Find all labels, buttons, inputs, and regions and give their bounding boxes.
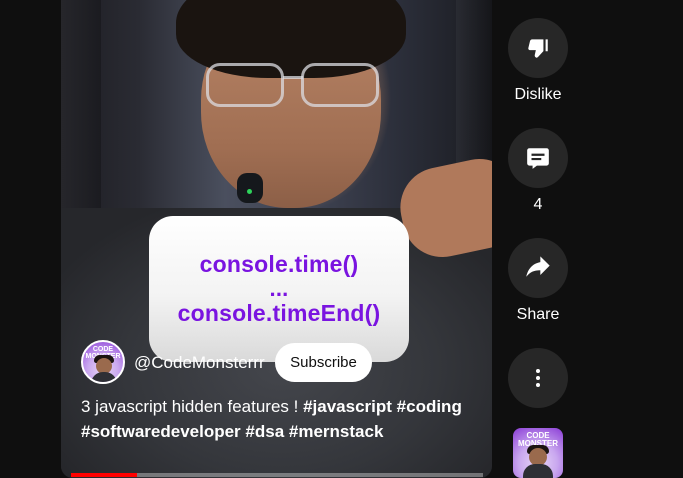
video-progress-fill: [71, 473, 137, 477]
subscribe-button[interactable]: Subscribe: [275, 343, 372, 382]
shorts-viewer: console.time() ... console.timeEnd() COD…: [0, 0, 683, 478]
overlay-line-3: console.timeEnd(): [177, 300, 381, 326]
hashtag-link[interactable]: #coding: [397, 397, 462, 416]
comment-icon: [527, 148, 549, 169]
comment-count: 4: [533, 196, 543, 213]
dislike-button[interactable]: [508, 18, 568, 78]
thumbs-down-icon: [528, 39, 548, 58]
share-button[interactable]: [508, 238, 568, 298]
more-options-button[interactable]: [508, 348, 568, 408]
hashtag-link[interactable]: #mernstack: [289, 422, 384, 441]
avatar-body: [523, 464, 553, 478]
video-progress-bar[interactable]: [71, 473, 483, 477]
dislike-action: Dislike: [508, 18, 568, 104]
title-text: 3 javascript hidden features !: [81, 397, 304, 416]
video-frame-microphone: [237, 173, 263, 203]
video-frame-glasses: [301, 63, 379, 107]
dislike-label: Dislike: [514, 86, 562, 103]
overlay-line-2: ...: [269, 276, 289, 301]
video-frame-glasses-bridge: [283, 76, 303, 79]
more-vertical-icon: [536, 369, 540, 387]
comments-action: 4: [508, 128, 568, 214]
hashtag-link[interactable]: #javascript: [303, 397, 392, 416]
video-frame-glasses: [206, 63, 284, 107]
channel-avatar[interactable]: CODEMONSTER: [81, 340, 125, 384]
comments-button[interactable]: [508, 128, 568, 188]
share-icon: [526, 256, 550, 277]
share-label: Share: [516, 306, 560, 323]
video-title[interactable]: 3 javascript hidden features ! #javascri…: [81, 394, 481, 444]
channel-name[interactable]: @CodeMonsterrr: [134, 353, 265, 373]
share-action: Share: [508, 238, 568, 324]
code-overlay-card: console.time() ... console.timeEnd(): [149, 216, 409, 362]
hashtag-link[interactable]: #softwaredeveloper: [81, 422, 241, 441]
sound-channel-avatar[interactable]: CODE MONSTER: [513, 428, 563, 478]
more-action: [508, 348, 568, 408]
hashtag-link[interactable]: #dsa: [245, 422, 284, 441]
overlay-line-1: console.time(): [199, 251, 359, 277]
